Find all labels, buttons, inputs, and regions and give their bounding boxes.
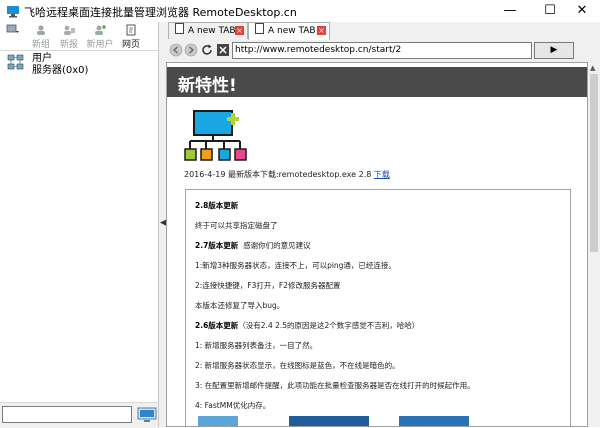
tab-1[interactable]: A new TAB ×	[168, 22, 248, 39]
menu-dropdown-button[interactable]	[2, 22, 24, 50]
window-title: 飞哈远程桌面连接批量管理浏览器 RemoteDesktop.cn	[24, 6, 297, 19]
minimize-button[interactable]: —	[492, 0, 528, 22]
back-icon[interactable]	[169, 43, 183, 57]
sidebar-search-input[interactable]	[2, 406, 132, 423]
release-notes-box: 2.8版本更新 终于可以共享指定磁盘了 2.7版本更新 感谢你们的意见建议 1:…	[185, 189, 571, 426]
tree-node-label: 用户 服务器(0x0)	[32, 53, 88, 77]
screenshot-thumbnail	[289, 416, 369, 426]
network-topology-icon	[184, 110, 247, 161]
computer-menu-icon	[6, 24, 19, 33]
v28-line-1: 终于可以共享指定磁盘了	[195, 221, 278, 230]
panel-splitter[interactable]: ◀	[158, 22, 167, 427]
tab-1-label: A new TAB	[188, 26, 236, 36]
screenshot-thumbnails	[194, 416, 569, 426]
new-group-button[interactable]: 新组	[28, 22, 54, 50]
server-tree: 用户 服务器(0x0)	[0, 50, 159, 403]
tree-root-label: 用户	[32, 53, 52, 64]
new-user-icon	[95, 25, 106, 35]
tab-2-close-icon[interactable]: ×	[317, 26, 326, 35]
scroll-up-icon[interactable]: ▲	[590, 64, 595, 72]
app-logo-icon	[7, 6, 19, 18]
web-button[interactable]: 网页	[118, 22, 144, 50]
v27-line-3: 本版本还修复了导入bug。	[195, 301, 285, 310]
release-info: 2016-4-19 最新版本下载:remotedesktop.exe 2.8 下…	[184, 169, 390, 180]
new-report-button[interactable]: 新报	[56, 22, 82, 50]
refresh-icon[interactable]	[200, 43, 214, 57]
url-input[interactable]: http://www.remotedesktop.cn/start/2	[232, 42, 532, 59]
stop-icon[interactable]	[216, 43, 230, 57]
v27-line-2: 2:连接快捷键，F3打开，F2修改服务器配置	[195, 281, 341, 290]
title-bar: 飞哈远程桌面连接批量管理浏览器 RemoteDesktop.cn — ☐ ✕	[0, 0, 600, 23]
new-group-icon	[37, 25, 45, 35]
v26-line-1: 1: 新增服务器列表备注，一目了然。	[195, 341, 318, 350]
new-user-button[interactable]: 新用户	[84, 22, 116, 50]
v27-title: 2.7版本更新 感谢你们的意见建议	[195, 241, 311, 250]
web-label: 网页	[121, 40, 140, 50]
screenshot-thumbnail	[399, 416, 469, 426]
release-text: 2016-4-19 最新版本下载:remotedesktop.exe 2.8	[184, 170, 372, 179]
web-page-icon	[126, 24, 136, 36]
tab-strip: A new TAB × A new TAB ×	[166, 22, 600, 40]
go-button[interactable]: ▶	[534, 42, 574, 59]
users-server-icon	[7, 54, 24, 70]
maximize-button[interactable]: ☐	[532, 0, 568, 22]
scrollbar-thumb[interactable]	[590, 74, 598, 252]
tab-2[interactable]: A new TAB ×	[248, 22, 330, 40]
vertical-scrollbar[interactable]: ▲	[588, 62, 600, 427]
tree-child-label: 服务器(0x0)	[32, 65, 89, 76]
left-toolbar: 新组 新报 新用户 网页	[0, 22, 160, 50]
v26-title: 2.6版本更新（没有2.4 2.5的原因是这2个数字感觉不吉利，哈哈）	[195, 321, 420, 330]
v26-line-4: 4: FastMM优化内存。	[195, 401, 271, 410]
remote-desktop-icon[interactable]	[137, 406, 157, 424]
page-header: 新特性!	[167, 67, 587, 97]
new-report-icon	[64, 25, 75, 35]
new-group-label: 新组	[31, 40, 50, 50]
v26-line-2: 2: 新增服务器状态显示，在线图标是蓝色，不在线是暗色的。	[195, 361, 400, 370]
tab-2-label: A new TAB	[268, 26, 316, 36]
v28-title: 2.8版本更新	[195, 201, 239, 210]
v27-line-1: 1:新增3种服务器状态，连接不上，可以ping通，已经连接。	[195, 261, 396, 270]
page-icon	[255, 23, 264, 34]
forward-icon[interactable]	[184, 43, 198, 57]
sidebar-footer	[0, 402, 160, 428]
page-title: 新特性!	[178, 76, 237, 96]
screenshot-thumbnail	[198, 416, 238, 426]
web-content: 新特性! 2016-4-19 最新版本下载:remotedesktop.exe …	[166, 62, 588, 427]
browser-pane: A new TAB × A new TAB × http://www.remot…	[166, 22, 600, 427]
page-icon	[175, 23, 184, 34]
close-button[interactable]: ✕	[564, 0, 600, 22]
new-user-label: 新用户	[86, 40, 114, 50]
tab-1-close-icon[interactable]: ×	[235, 26, 244, 35]
v26-line-3: 3: 在配置里新增邮件提醒，此项功能在批量检查服务器是否在线打开的时候起作用。	[195, 381, 475, 390]
download-link[interactable]: 下载	[374, 170, 390, 179]
new-report-label: 新报	[59, 40, 78, 50]
address-bar: http://www.remotedesktop.cn/start/2 ▶	[166, 40, 600, 62]
